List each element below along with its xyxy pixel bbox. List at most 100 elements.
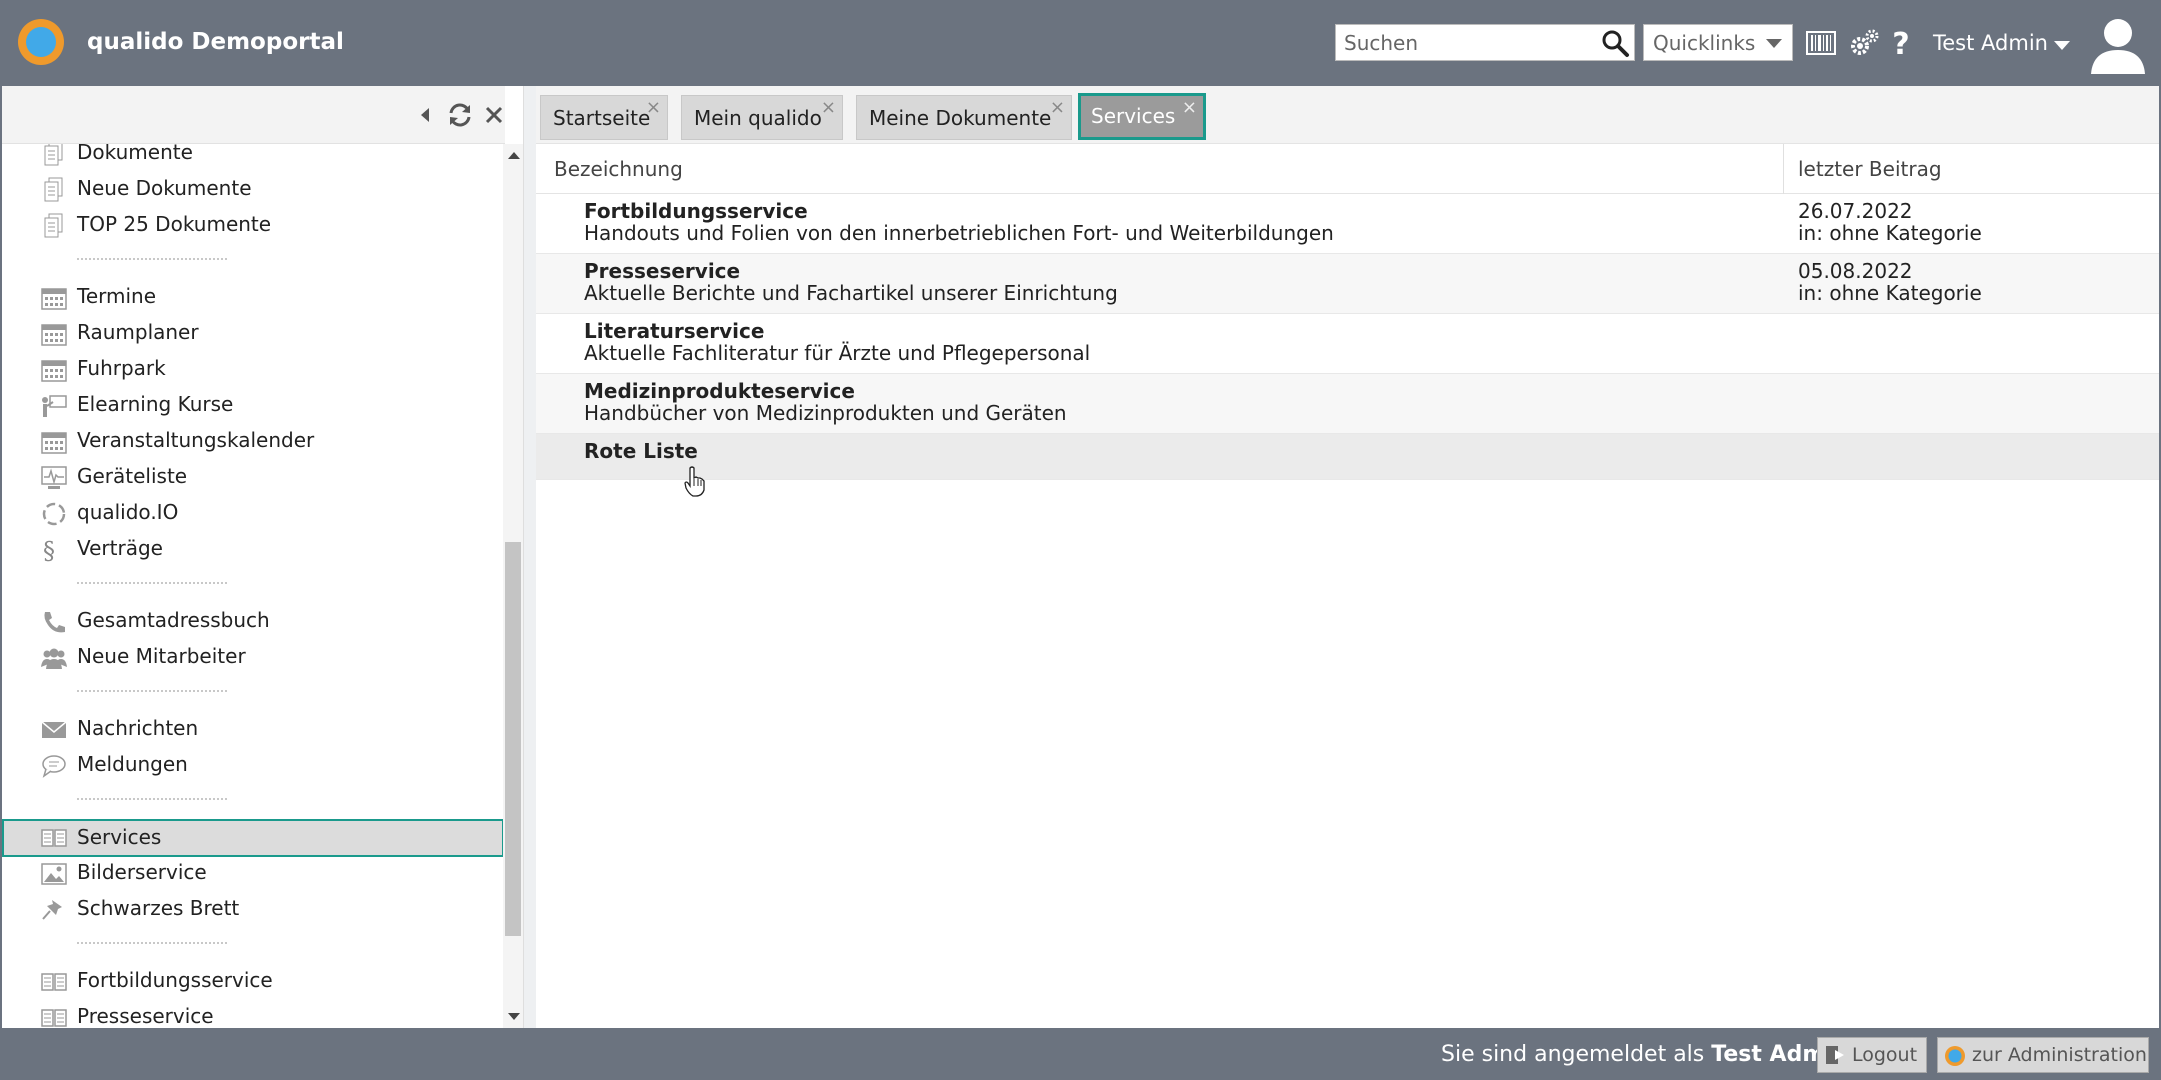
sidebar-item-label: Gesamtadressbuch	[77, 608, 270, 632]
table-row[interactable]: Presseservice Aktuelle Berichte und Fach…	[536, 254, 2159, 314]
close-tab-icon[interactable]: ×	[1182, 98, 1197, 118]
image-icon	[41, 863, 67, 885]
table-row[interactable]: Literaturservice Aktuelle Fachliteratur …	[536, 314, 2159, 374]
search-input[interactable]	[1336, 25, 1586, 60]
book-icon	[41, 973, 67, 991]
sidebar-scrollbar[interactable]	[503, 144, 523, 1028]
barcode-icon[interactable]	[1805, 27, 1837, 59]
sidebar-item-meldungen[interactable]: Meldungen	[2, 749, 504, 783]
calendar-icon	[41, 324, 67, 346]
collapse-left-icon[interactable]	[410, 100, 440, 130]
scroll-up-arrow-icon[interactable]	[508, 152, 520, 159]
main-content: Startseite × Mein qualido × Meine Dokume…	[536, 86, 2159, 1028]
row-description: Aktuelle Fachliteratur für Ärzte und Pfl…	[584, 341, 1091, 365]
sidebar-item-neue-mitarbeiter[interactable]: Neue Mitarbeiter	[2, 641, 504, 675]
refresh-icon[interactable]	[445, 100, 475, 130]
search-icon[interactable]	[1600, 28, 1630, 58]
sidebar-item-label: Nachrichten	[77, 716, 199, 740]
sidebar-item-bilderservice[interactable]: Bilderservice	[2, 857, 504, 891]
administration-button[interactable]: zur Administration	[1937, 1037, 2149, 1073]
sidebar-divider	[77, 942, 227, 944]
sidebar-item-label: Geräteliste	[77, 464, 188, 488]
sidebar-item-qualido-io[interactable]: qualido.IO	[2, 497, 504, 531]
calendar-icon	[41, 360, 67, 382]
sidebar-item-schwarzes-brett[interactable]: Schwarzes Brett	[2, 893, 504, 927]
scroll-down-arrow-icon[interactable]	[508, 1013, 520, 1020]
sidebar-item-label: Veranstaltungskalender	[77, 428, 315, 452]
qualido-logo-icon	[1945, 1046, 1965, 1066]
sidebar-item-label: Termine	[77, 284, 157, 308]
tab-services[interactable]: Services ×	[1078, 93, 1206, 140]
paragraph-icon: §	[43, 537, 55, 563]
document-icon	[44, 213, 63, 238]
users-icon	[41, 648, 67, 669]
sidebar-item-nachrichten[interactable]: Nachrichten	[2, 713, 504, 747]
sidebar-item-raumplaner[interactable]: Raumplaner	[2, 317, 504, 351]
sidebar-item-label: Schwarzes Brett	[77, 896, 240, 920]
book-icon	[41, 829, 67, 847]
tab-mein-qualido[interactable]: Mein qualido ×	[681, 95, 843, 140]
settings-gears-icon[interactable]	[1849, 27, 1881, 59]
tab-label: Meine Dokumente	[869, 106, 1052, 130]
close-icon[interactable]	[479, 100, 509, 130]
user-menu[interactable]: Test Admin	[1933, 31, 2048, 55]
speech-bubble-icon	[42, 755, 66, 778]
sidebar-item-label: Fortbildungsservice	[77, 968, 273, 992]
sidebar-item-label: Verträge	[77, 536, 163, 560]
row-title: Rote Liste	[584, 439, 698, 463]
tab-startseite[interactable]: Startseite ×	[540, 95, 668, 140]
table-row[interactable]: Medizinprodukteservice Handbücher von Me…	[536, 374, 2159, 434]
sidebar-item-fortbildungsservice[interactable]: Fortbildungsservice	[2, 965, 504, 999]
sidebar-item-elearning-kurse[interactable]: Elearning Kurse	[2, 389, 504, 423]
sidebar-item-label: Dokumente	[77, 144, 193, 164]
sidebar-item-presseservice[interactable]: Presseservice	[2, 1001, 504, 1028]
table-header: Bezeichnung letzter Beitrag	[536, 144, 2159, 194]
sidebar-item-vertraege[interactable]: § Verträge	[2, 533, 504, 567]
tab-bar: Startseite × Mein qualido × Meine Dokume…	[536, 86, 2159, 144]
device-monitor-icon	[41, 466, 67, 489]
sidebar-item-geraeteliste[interactable]: Geräteliste	[2, 461, 504, 495]
pin-icon	[42, 900, 62, 920]
sidebar-toolbar	[2, 86, 505, 144]
close-tab-icon[interactable]: ×	[646, 98, 661, 118]
envelope-icon	[41, 721, 67, 738]
qualido-logo[interactable]	[18, 19, 64, 65]
administration-label: zur Administration	[1972, 1044, 2147, 1066]
row-category: in: ohne Kategorie	[1798, 281, 1982, 305]
sidebar-item-gesamtadressbuch[interactable]: Gesamtadressbuch	[2, 605, 504, 639]
sidebar-item-label: Meldungen	[77, 752, 188, 776]
sidebar-divider	[77, 258, 227, 260]
sidebar-item-fuhrpark[interactable]: Fuhrpark	[2, 353, 504, 387]
sidebar-item-dokumente[interactable]: Dokumente	[2, 144, 504, 171]
close-tab-icon[interactable]: ×	[1050, 98, 1065, 118]
panel-splitter[interactable]	[523, 86, 536, 1028]
table-row[interactable]: Rote Liste	[536, 434, 2159, 480]
logout-icon	[1826, 1046, 1844, 1064]
column-divider[interactable]	[1783, 144, 1784, 194]
column-header-bezeichnung[interactable]: Bezeichnung	[554, 157, 683, 181]
tab-meine-dokumente[interactable]: Meine Dokumente ×	[856, 95, 1072, 140]
logout-button[interactable]: Logout	[1817, 1037, 1927, 1073]
sidebar-item-label: Raumplaner	[77, 320, 199, 344]
scrollbar-thumb[interactable]	[505, 542, 521, 936]
sidebar-item-veranstaltungskalender[interactable]: Veranstaltungskalender	[2, 425, 504, 459]
sidebar-item-label: Bilderservice	[77, 860, 207, 884]
sidebar-item-services[interactable]: Services	[2, 819, 504, 857]
search-box	[1335, 24, 1635, 61]
column-header-letzter-beitrag[interactable]: letzter Beitrag	[1798, 157, 1942, 181]
row-title: Medizinprodukteservice	[584, 379, 855, 403]
hand-cursor-icon	[684, 466, 705, 497]
table-row[interactable]: Fortbildungsservice Handouts und Folien …	[536, 194, 2159, 254]
svg-text:§: §	[43, 537, 55, 563]
row-description: Handbücher von Medizinprodukten und Gerä…	[584, 401, 1067, 425]
help-icon[interactable]: ?	[1885, 27, 1917, 59]
phone-icon	[44, 612, 65, 633]
sidebar-item-neue-dokumente[interactable]: Neue Dokumente	[2, 173, 504, 207]
sidebar-item-label: Presseservice	[77, 1004, 214, 1028]
chevron-down-icon[interactable]	[2054, 41, 2070, 50]
close-tab-icon[interactable]: ×	[821, 98, 836, 118]
user-avatar-icon[interactable]	[2087, 14, 2149, 74]
sidebar-item-termine[interactable]: Termine	[2, 281, 504, 315]
sidebar-item-top25-dokumente[interactable]: TOP 25 Dokumente	[2, 209, 504, 243]
quicklinks-select[interactable]: Quicklinks	[1643, 24, 1793, 61]
